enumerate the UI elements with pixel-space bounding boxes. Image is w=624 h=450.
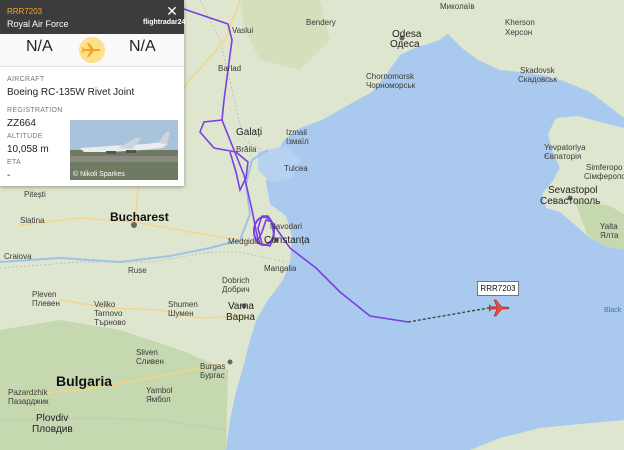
registration-label: REGISTRATION — [7, 107, 63, 114]
label-izmail-cy: Ізмаїл — [286, 137, 309, 146]
label-pleven-cy: Плевен — [32, 299, 60, 308]
label-kherson-cy: Херсон — [505, 28, 533, 37]
label-barlad: Barlad — [218, 64, 242, 73]
callsign: RRR7203 — [7, 7, 43, 16]
label-galati: Galați — [236, 127, 263, 138]
aircraft-marker-icon[interactable] — [488, 297, 511, 319]
label-shumen-cy: Шумен — [168, 309, 194, 318]
eta-label: ETA — [7, 159, 21, 166]
route-row: N/A N/A — [0, 34, 184, 67]
label-sevastopol: Sevastopol — [548, 185, 598, 196]
altitude-value: 10,058 m — [7, 144, 49, 155]
label-braila: Brăila — [236, 145, 257, 154]
label-bendery: Bendery — [306, 18, 336, 27]
label-medgidia: Medgidia — [228, 237, 261, 246]
panel-header: RRR7203 Royal Air Force flightradar24 ✕ — [0, 0, 186, 34]
label-chornomorsk-cy: Чорноморськ — [366, 81, 416, 90]
altitude-label: ALTITUDE — [7, 133, 43, 140]
label-dobrich-cy: Добрич — [222, 285, 250, 294]
label-craiova: Craiova — [4, 252, 32, 261]
label-sliven-cy: Сливен — [136, 357, 164, 366]
label-pitesti: Pitești — [24, 190, 46, 199]
flight-callsign-tag[interactable]: RRR7203 — [477, 281, 519, 296]
label-burgas-cy: Бургас — [200, 371, 225, 380]
eta-value: - — [7, 170, 11, 181]
label-yambol-cy: Ямбол — [146, 395, 171, 404]
label-mykolaiv: Миколаїв — [440, 2, 475, 11]
label-bulgaria: Bulgaria — [56, 373, 113, 389]
label-yalta-cy: Ялта — [600, 231, 619, 240]
flight-info-panel: RRR7203 Royal Air Force flightradar24 ✕ … — [0, 0, 186, 186]
origin-airport: N/A — [26, 38, 53, 55]
aircraft-label: AIRCRAFT — [7, 76, 45, 83]
label-slatina: Slatina — [20, 216, 45, 225]
photo-credit: © Nikoli Sparkes — [73, 171, 125, 178]
registration-value: ZZ664 — [7, 118, 36, 129]
label-bucharest: Bucharest — [110, 210, 169, 224]
aircraft-type: Boeing RC-135W Rivet Joint — [7, 87, 135, 98]
label-pazardzhik-cy: Пазарджик — [8, 397, 49, 406]
label-vaslui: Vaslui — [232, 26, 254, 35]
label-yevpatoriya-cy: Євпаторія — [544, 152, 582, 161]
aircraft-photo[interactable]: © Nikoli Sparkes — [70, 120, 178, 180]
label-sevastopol-cy: Севастополь — [540, 196, 601, 207]
label-varna: Varna — [228, 301, 254, 312]
label-tarnovo-cy: Търново — [94, 318, 126, 327]
label-ruse: Ruse — [128, 266, 147, 275]
label-constanta: Constanța — [264, 235, 310, 246]
operator-name: Royal Air Force — [7, 19, 69, 29]
city-dot-burgas — [227, 359, 233, 365]
label-skadovsk-cy: Скадовськ — [518, 75, 557, 84]
brand-logo: flightradar24 — [143, 19, 186, 26]
destination-airport: N/A — [129, 38, 156, 55]
label-plovdiv: Plovdiv — [36, 413, 69, 424]
label-black-sea: Black — [604, 307, 622, 314]
label-plovdiv-cy: Пловдив — [32, 424, 73, 435]
label-mangalia: Mangalia — [264, 264, 297, 273]
label-varna-cy: Варна — [226, 312, 255, 323]
close-icon[interactable]: ✕ — [164, 3, 180, 19]
label-simferopol-cy: Сімферопо — [584, 172, 624, 181]
label-navodari: Navodari — [270, 222, 303, 231]
label-kherson: Kherson — [505, 18, 535, 27]
label-tulcea: Tulcea — [284, 164, 308, 173]
label-odesa-cy: Одеса — [390, 39, 420, 50]
plane-icon — [79, 37, 105, 63]
